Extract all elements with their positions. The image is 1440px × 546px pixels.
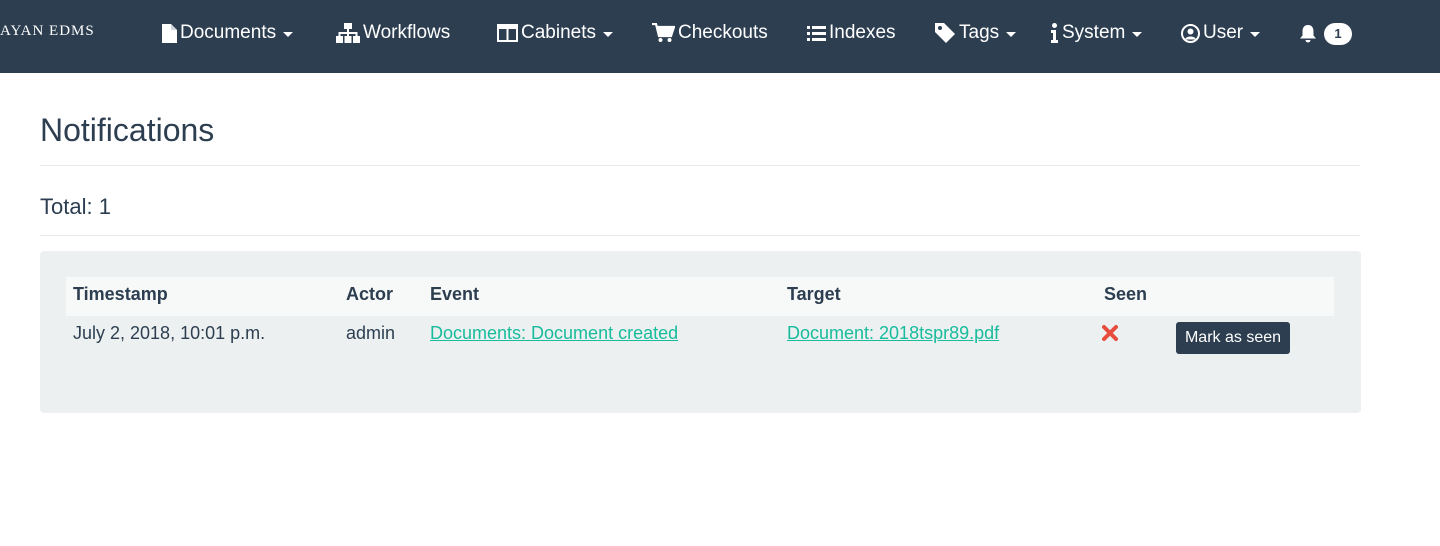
cell-timestamp: July 2, 2018, 10:01 p.m.: [73, 323, 266, 343]
cell-actor: admin: [346, 323, 396, 343]
notification-count-badge: 1: [1324, 23, 1352, 45]
nav-user-label: User: [1203, 22, 1244, 43]
brand-name: AYAN EDMS: [0, 23, 95, 39]
info-icon: [1050, 23, 1059, 43]
chevron-down-icon: [603, 31, 613, 37]
sitemap-icon: [336, 23, 360, 43]
nav-cabinets[interactable]: Cabinets: [497, 0, 613, 66]
nav-cabinets-label: Cabinets: [521, 22, 596, 43]
total-divider: [40, 235, 1360, 236]
nav-system[interactable]: System: [1050, 0, 1143, 66]
tag-icon: [935, 23, 956, 43]
nav-tags-label: Tags: [959, 22, 1000, 43]
chevron-down-icon: [1006, 31, 1017, 37]
nav-notifications[interactable]: 1: [1299, 0, 1352, 66]
page-title: Notifications: [40, 112, 215, 148]
columns-icon: [497, 24, 518, 42]
total-count: Total: 1: [40, 194, 111, 219]
top-navbar: AYAN EDMS Documents Workflows Cabinets C…: [0, 0, 1440, 73]
column-header-timestamp: Timestamp: [73, 284, 168, 304]
nav-user[interactable]: User: [1181, 0, 1261, 66]
column-header-target: Target: [787, 284, 841, 304]
nav-workflows-label: Workflows: [363, 22, 451, 43]
shopping-cart-icon: [652, 23, 675, 43]
column-header-actor: Actor: [346, 284, 394, 304]
file-icon: [162, 23, 177, 43]
list-icon: [807, 25, 826, 42]
nav-tags[interactable]: Tags: [935, 0, 1017, 66]
target-document-link[interactable]: Document: 2018tspr89.pdf: [787, 323, 999, 344]
nav-workflows[interactable]: Workflows: [336, 0, 450, 66]
title-divider: [40, 165, 1360, 166]
chevron-down-icon: [1250, 31, 1261, 37]
nav-system-label: System: [1062, 22, 1126, 43]
column-header-event: Event: [430, 284, 480, 304]
nav-checkouts-label: Checkouts: [678, 22, 768, 43]
bell-icon: [1299, 24, 1317, 43]
chevron-down-icon: [1132, 31, 1143, 37]
brand-logo[interactable]: AYAN EDMS: [0, 16, 95, 41]
mark-as-seen-button[interactable]: Mark as seen: [1176, 322, 1290, 354]
not-seen-x-icon: [1102, 325, 1118, 346]
column-header-seen: Seen: [1104, 284, 1148, 304]
user-circle-icon: [1181, 23, 1200, 43]
nav-documents[interactable]: Documents: [162, 0, 294, 66]
chevron-down-icon: [283, 31, 294, 37]
nav-checkouts[interactable]: Checkouts: [652, 0, 768, 66]
nav-documents-label: Documents: [180, 22, 277, 43]
event-link[interactable]: Documents: Document created: [430, 323, 678, 344]
nav-indexes[interactable]: Indexes: [807, 0, 896, 66]
nav-indexes-label: Indexes: [829, 22, 896, 43]
